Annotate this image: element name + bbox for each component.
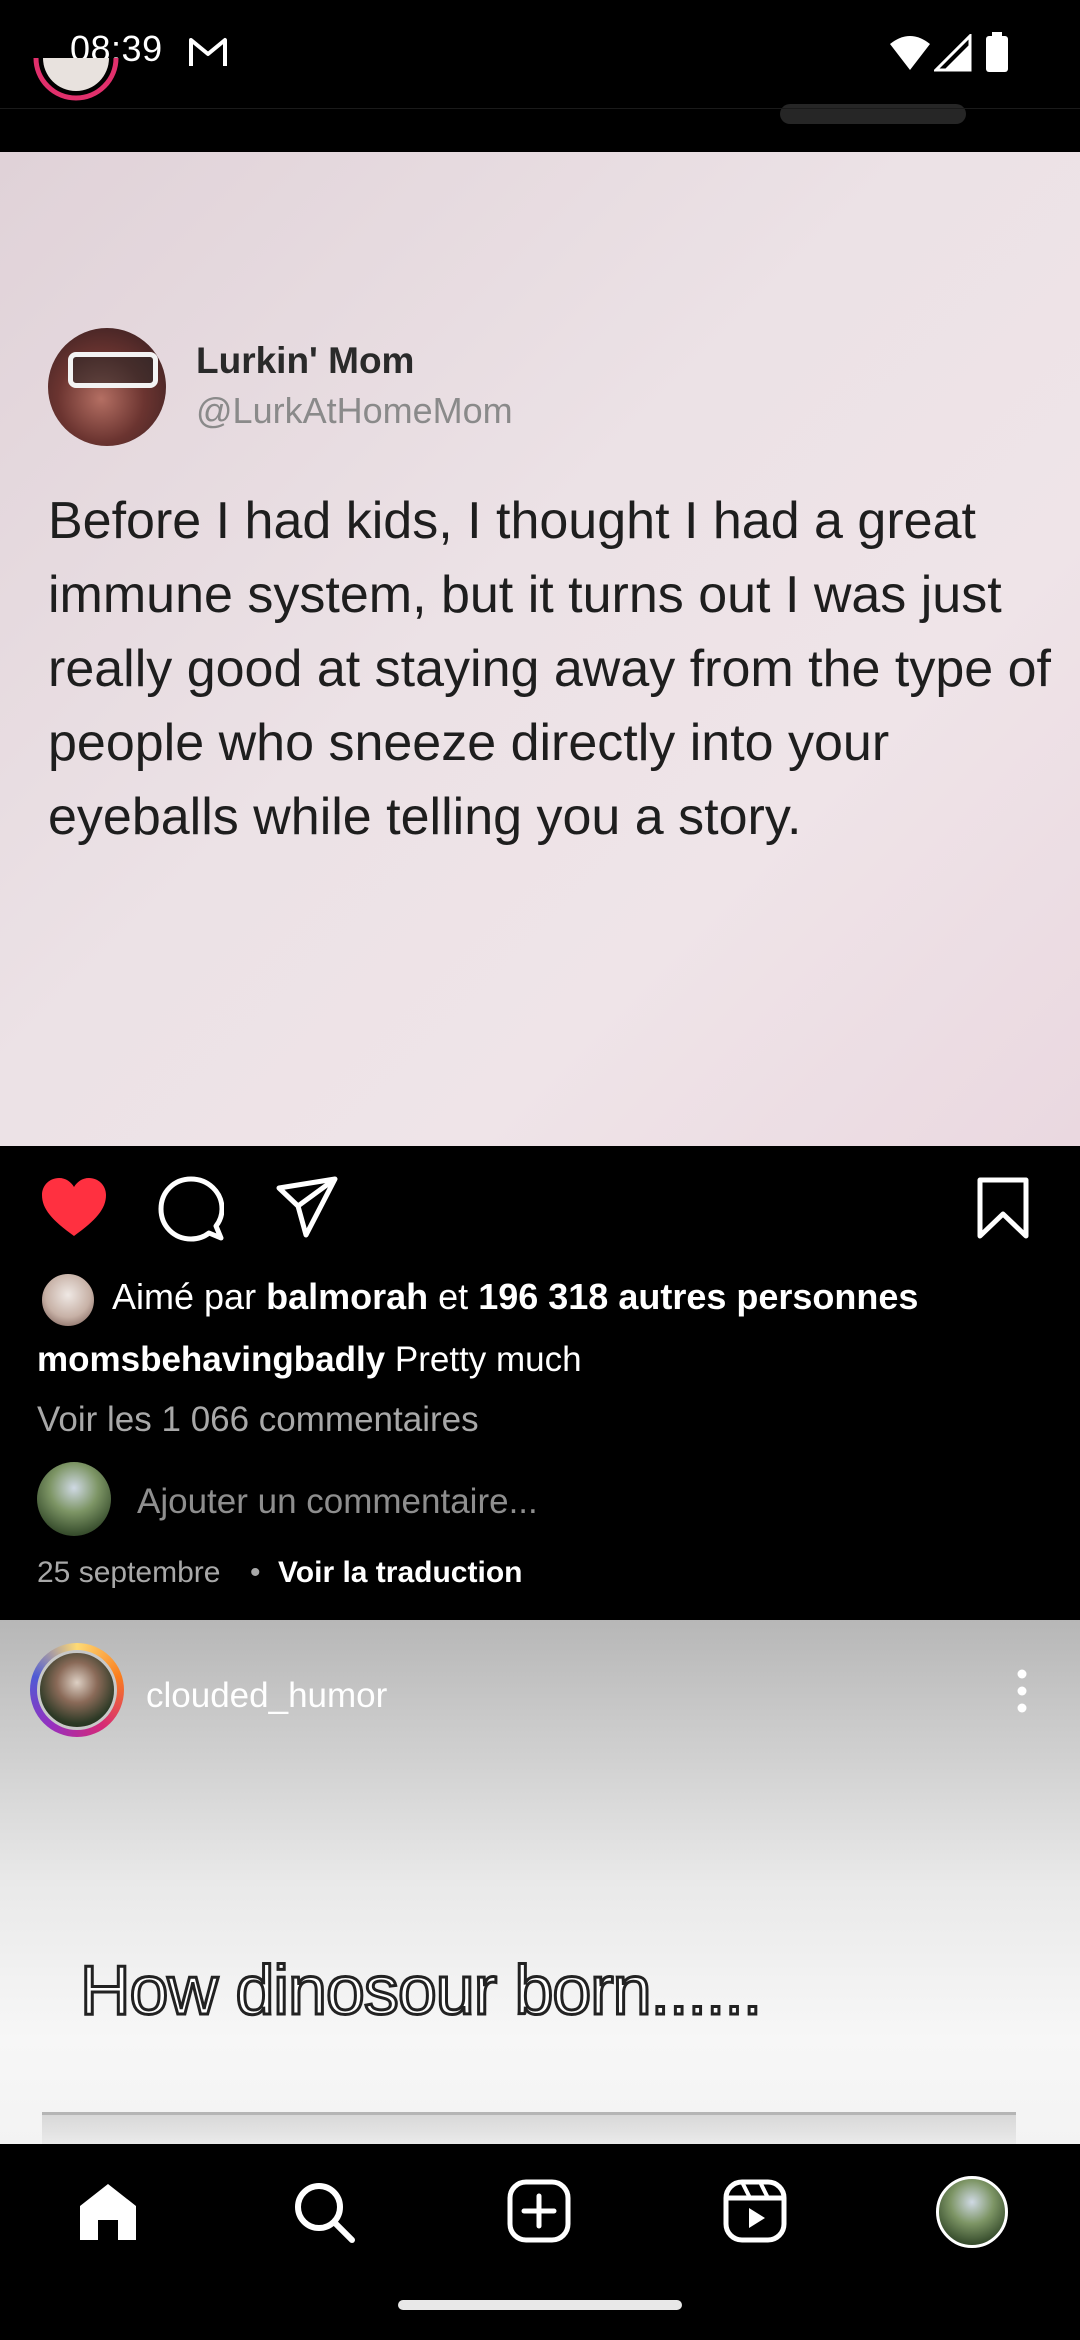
tweet-avatar [48, 328, 166, 446]
post2-avatar[interactable] [37, 1650, 117, 1730]
likes-connector: et [438, 1276, 469, 1317]
previous-post-follow-button[interactable] [780, 104, 966, 124]
tweet-author-handle: @LurkAtHomeMom [196, 390, 513, 431]
likes-others-count[interactable]: 196 318 autres personnes [478, 1276, 918, 1317]
likes-user[interactable]: balmorah [266, 1276, 428, 1317]
gmail-icon [189, 38, 227, 66]
liked-by-avatar[interactable] [40, 1272, 96, 1328]
previous-post-avatar[interactable] [32, 58, 120, 132]
home-indicator[interactable] [398, 2300, 682, 2310]
post-caption[interactable]: momsbehavingbadly Pretty much [37, 1340, 582, 1380]
see-translation-link[interactable]: Voir la traduction [278, 1556, 522, 1590]
reels-icon[interactable] [722, 2178, 788, 2244]
share-icon[interactable] [276, 1176, 338, 1238]
meme-frame [42, 2112, 1016, 2147]
add-comment-input[interactable]: Ajouter un commentaire... [137, 1482, 538, 1522]
meme-caption: How dinosour born...... [78, 1950, 763, 2031]
bookmark-icon[interactable] [976, 1176, 1030, 1240]
wifi-icon [890, 36, 930, 70]
tweet-author-name: Lurkin' Mom [196, 340, 415, 381]
divider [0, 108, 1080, 109]
view-comments-link[interactable]: Voir les 1 066 commentaires [37, 1400, 479, 1440]
tweet-text: Before I had kids, I thought I had a gre… [48, 492, 1051, 846]
more-options-icon[interactable] [1012, 1668, 1032, 1714]
comment-icon[interactable] [158, 1176, 224, 1242]
caption-text: Pretty much [394, 1340, 582, 1379]
caption-username[interactable]: momsbehavingbadly [37, 1340, 385, 1379]
heart-icon[interactable] [40, 1176, 108, 1238]
battery-icon [986, 32, 1008, 72]
home-icon[interactable] [76, 2180, 140, 2244]
create-icon[interactable] [506, 2178, 572, 2244]
separator-dot: • [250, 1556, 261, 1589]
search-icon[interactable] [292, 2180, 356, 2244]
post-date: 25 septembre [37, 1556, 221, 1589]
post2-username[interactable]: clouded_humor [146, 1676, 387, 1716]
profile-avatar[interactable] [936, 2176, 1008, 2248]
likes-prefix: Aimé par [112, 1276, 257, 1317]
signal-icon [934, 34, 972, 72]
current-user-avatar [37, 1462, 111, 1536]
likes-summary[interactable]: Aimé par balmorah et 196 318 autres pers… [112, 1276, 918, 1318]
